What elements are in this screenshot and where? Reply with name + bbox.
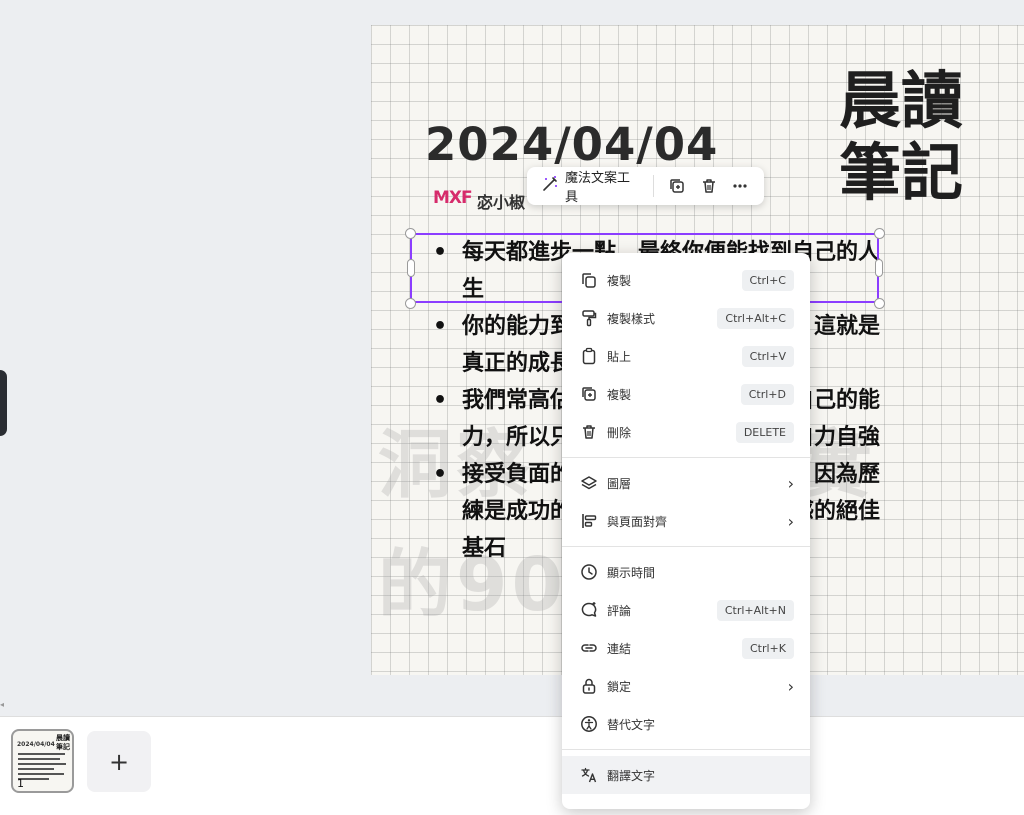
shortcut-badge: Ctrl+V: [741, 345, 794, 367]
copy-icon: [579, 270, 599, 290]
menu-item-label: 複製: [607, 273, 632, 288]
clipboard-icon: [579, 346, 599, 366]
brand-logo[interactable]: MXF: [433, 188, 473, 208]
magic-write-button[interactable]: 魔法文案工具: [535, 163, 647, 209]
menu-item-paste[interactable]: 貼上 Ctrl+V: [562, 337, 810, 375]
thumb-date: 2024/04/04: [17, 741, 55, 748]
toolbar-divider: [652, 175, 654, 197]
chevron-right-icon: ›: [787, 473, 794, 493]
resize-handle-top-left[interactable]: [405, 228, 416, 239]
menu-item-label: 與頁面對齊: [607, 514, 668, 529]
lock-icon: [579, 676, 599, 696]
menu-item-comment[interactable]: 評論 Ctrl+Alt+N: [562, 591, 810, 629]
accessibility-icon: [579, 714, 599, 734]
duplicate-icon: [670, 179, 685, 193]
shortcut-badge: Ctrl+D: [740, 383, 794, 405]
menu-item-label: 複製樣式: [607, 311, 656, 326]
resize-handle-bottom-right[interactable]: [874, 298, 885, 309]
resize-handle-top-right[interactable]: [874, 228, 885, 239]
layers-icon: [579, 473, 599, 493]
menu-item-label: 鎖定: [607, 679, 632, 694]
comment-icon: [579, 600, 599, 620]
side-panel-toggle[interactable]: [0, 370, 7, 436]
menu-item-label: 貼上: [607, 349, 632, 364]
menu-item-label: 翻譯文字: [607, 768, 656, 783]
canvas-workspace[interactable]: 洞察 洞悉現實 的90 法則 晨讀筆記 2024/04/04 MXF 宓小椒 每…: [0, 0, 1024, 716]
menu-divider: [562, 457, 810, 458]
link-icon: [579, 638, 599, 658]
shortcut-badge: Ctrl+Alt+N: [716, 599, 794, 621]
trash-icon: [702, 179, 715, 193]
more-icon: [733, 184, 747, 188]
chevron-right-icon: ›: [787, 511, 794, 531]
magic-wand-icon: [541, 175, 559, 197]
menu-item-alt-text[interactable]: 替代文字: [562, 705, 810, 743]
magic-write-label: 魔法文案工具: [565, 171, 631, 205]
menu-item-label: 刪除: [607, 425, 632, 440]
menu-item-duplicate[interactable]: 複製 Ctrl+D: [562, 375, 810, 413]
resize-handle-right[interactable]: [875, 259, 883, 277]
resize-handle-bottom-left[interactable]: [405, 298, 416, 309]
page-thumbnail[interactable]: 2024/04/04 晨讀 筆記 1: [11, 729, 74, 793]
floating-toolbar: 魔法文案工具: [527, 167, 764, 205]
page-strip: 2024/04/04 晨讀 筆記 1 +: [0, 716, 1024, 815]
chevron-right-icon: ›: [787, 676, 794, 696]
menu-item-show-timing[interactable]: 顯示時間: [562, 553, 810, 591]
menu-item-label: 複製: [607, 387, 632, 402]
author-name[interactable]: 宓小椒: [477, 189, 525, 213]
page-title[interactable]: 晨讀 筆記: [839, 65, 979, 209]
clock-icon: [579, 562, 599, 582]
menu-item-link[interactable]: 連結 Ctrl+K: [562, 629, 810, 667]
menu-divider: [562, 546, 810, 547]
menu-item-label: 圖層: [607, 476, 632, 491]
translate-icon: [579, 765, 599, 785]
page-number: 1: [17, 777, 24, 790]
context-menu: 複製 Ctrl+C 複製樣式 Ctrl+Alt+C 貼上 Ctrl+V 複製 C…: [562, 253, 810, 809]
paint-roller-icon: [579, 308, 599, 328]
menu-item-lock[interactable]: 鎖定 ›: [562, 667, 810, 705]
menu-divider: [562, 749, 810, 750]
duplicate-icon: [579, 384, 599, 404]
menu-item-label: 評論: [607, 603, 632, 618]
thumb-title: 晨讀 筆記: [56, 734, 70, 751]
add-page-button[interactable]: +: [87, 731, 151, 792]
more-button[interactable]: [728, 173, 753, 199]
title-text: 晨讀 筆記: [839, 64, 964, 209]
menu-item-delete[interactable]: 刪除 DELETE: [562, 413, 810, 451]
menu-item-label: 連結: [607, 641, 632, 656]
menu-item-copy[interactable]: 複製 Ctrl+C: [562, 261, 810, 299]
menu-item-layers[interactable]: 圖層 ›: [562, 464, 810, 502]
menu-item-label: 顯示時間: [607, 565, 656, 580]
shortcut-badge: Ctrl+K: [741, 637, 794, 659]
menu-item-copy-style[interactable]: 複製樣式 Ctrl+Alt+C: [562, 299, 810, 337]
menu-item-align-to-page[interactable]: 與頁面對齊 ›: [562, 502, 810, 540]
shortcut-badge: Ctrl+Alt+C: [717, 307, 794, 329]
duplicate-button[interactable]: [665, 173, 690, 199]
resize-handle-left[interactable]: [407, 259, 415, 277]
align-icon: [579, 511, 599, 531]
delete-button[interactable]: [696, 173, 721, 199]
thumb-text-lines: [18, 753, 70, 783]
menu-item-translate[interactable]: 翻譯文字: [562, 756, 810, 794]
menu-item-label: 替代文字: [607, 717, 656, 732]
trash-icon: [579, 422, 599, 442]
shortcut-badge: Ctrl+C: [741, 269, 794, 291]
shortcut-badge: DELETE: [735, 421, 794, 443]
scroll-indicator: ◂: [0, 700, 5, 709]
